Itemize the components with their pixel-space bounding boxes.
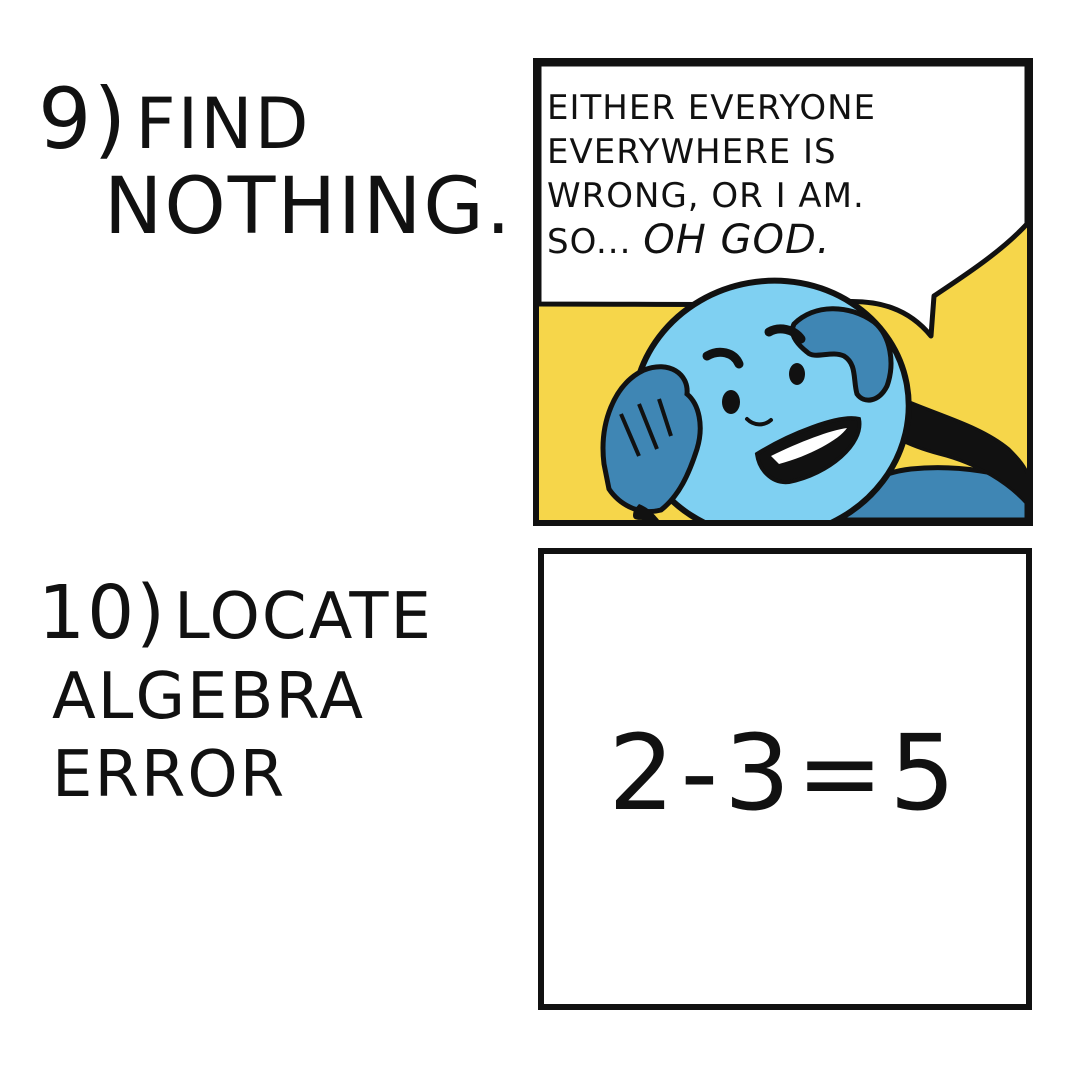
step-9-title-line-2: NOTHING.	[104, 162, 513, 252]
speech-line-4-emphasis: OH GOD.	[643, 217, 831, 263]
step-9-title-line-1: FIND	[135, 83, 311, 165]
step-10-caption: 10) LOCATE ALGEBRA ERROR	[38, 570, 433, 812]
speech-line-3: WRONG, OR I AM.	[547, 176, 865, 216]
comic-panel-bottom: 2-3=5	[538, 548, 1032, 1010]
speech-line-1: EITHER EVERYONE	[547, 88, 877, 128]
comic-panel-top: EITHER EVERYONE EVERYWHERE IS WRONG, OR …	[533, 58, 1033, 526]
step-9-number: 9)	[38, 70, 129, 168]
equation-text: 2-3=5	[608, 712, 962, 834]
speech-line-4: SO... OH GOD.	[547, 218, 876, 264]
speech-bubble-text: EITHER EVERYONE EVERYWHERE IS WRONG, OR …	[547, 86, 876, 264]
step-10-number: 10)	[38, 570, 168, 656]
step-10-title-line-2: ALGEBRA	[52, 660, 366, 734]
speech-line-2: EVERYWHERE IS	[547, 132, 837, 172]
step-10-title-line-3: ERROR	[52, 738, 287, 812]
step-9-caption: 9) FIND NOTHING.	[38, 70, 513, 252]
step-10-title-line-1: LOCATE	[174, 580, 433, 654]
step-10-first-line: 10) LOCATE	[38, 570, 433, 656]
step-9-first-line: 9) FIND	[38, 70, 513, 168]
speech-line-4-start: SO...	[547, 222, 632, 262]
